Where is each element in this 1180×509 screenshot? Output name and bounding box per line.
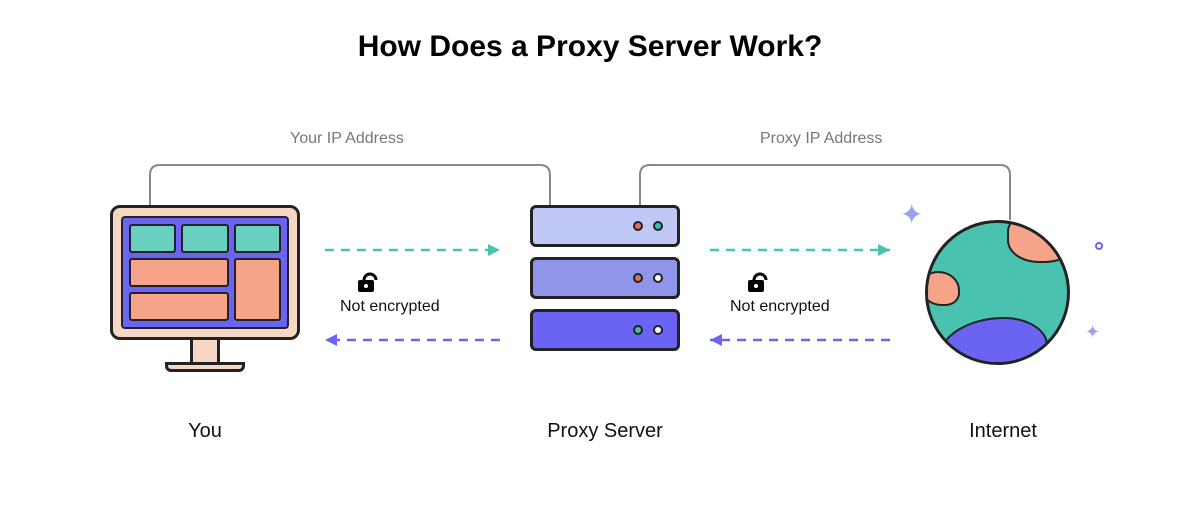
continent [938,317,1048,365]
led-icon [653,273,663,283]
server-unit [530,309,680,351]
monitor-base [165,362,245,372]
lock-open-icon [748,274,766,292]
screen-tile [181,224,228,253]
screen-tile [234,258,281,321]
screen-tile [129,224,176,253]
screen [121,216,289,329]
bracket-proxy-ip [640,165,1010,220]
monitor [110,205,300,340]
node-label-internet: Internet [958,420,1048,443]
dot-accent-icon [1095,242,1103,250]
computer-illustration [110,205,300,372]
globe [925,220,1070,365]
led-icon [633,273,643,283]
led-icon [633,325,643,335]
led-icon [653,325,663,335]
bracket-label-your-ip: Your IP Address [290,130,404,148]
led-icon [653,221,663,231]
lock-open-icon [358,274,376,292]
diagram-title: How Does a Proxy Server Work? [0,30,1180,64]
proxy-server-illustration [530,205,680,361]
screen-tile [234,224,281,253]
node-label-proxy: Proxy Server [540,420,670,443]
internet-globe-illustration [925,220,1085,380]
node-label-you: You [160,420,250,443]
bracket-label-proxy-ip: Proxy IP Address [760,130,882,148]
encryption-status-right: Not encrypted [730,298,830,316]
continent [1007,220,1070,263]
server-unit [530,257,680,299]
screen-tile [129,258,229,287]
bracket-your-ip [150,165,550,205]
server-unit [530,205,680,247]
sparkle-icon: ✦ [1085,322,1100,343]
screen-tile [129,292,229,321]
led-icon [633,221,643,231]
encryption-status-left: Not encrypted [340,298,440,316]
continent [925,271,960,306]
sparkle-icon: ✦ [900,198,923,231]
